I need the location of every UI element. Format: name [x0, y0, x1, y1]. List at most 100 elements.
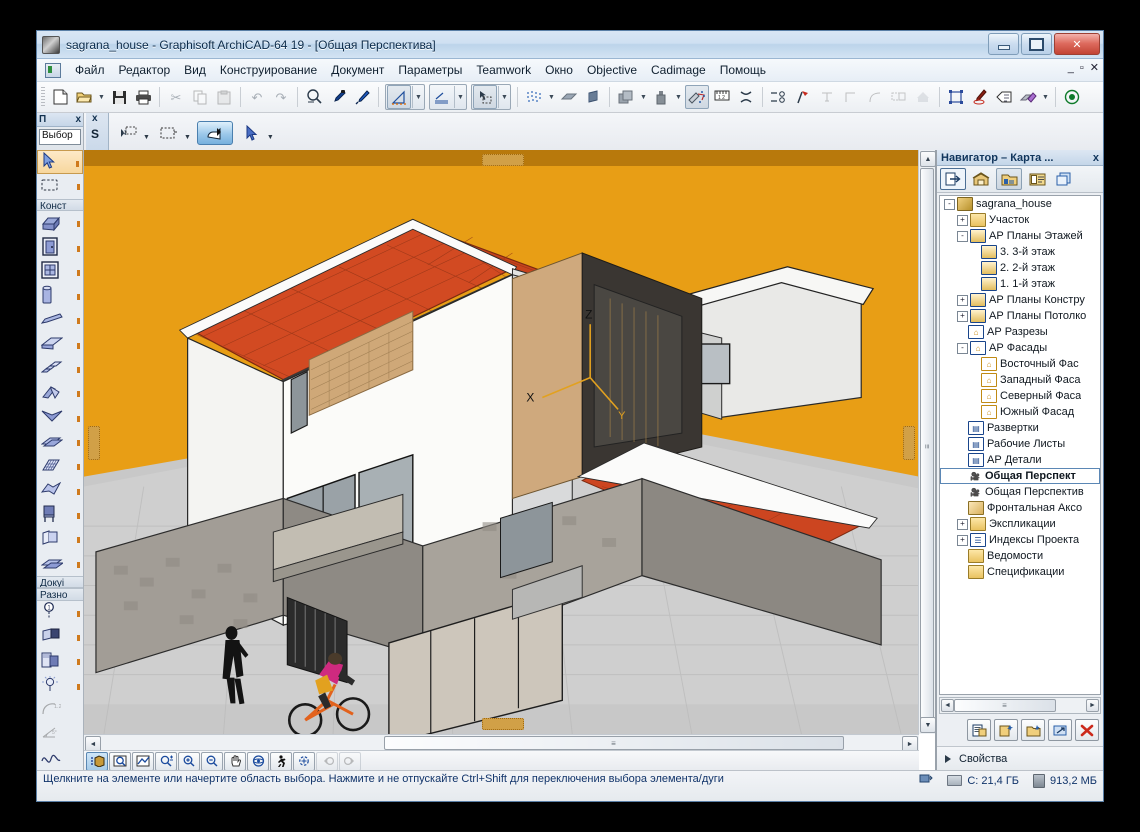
prev-zoom-icon[interactable]: [316, 751, 338, 771]
viewport-handle-right[interactable]: [903, 426, 915, 460]
object-tool-icon[interactable]: [37, 503, 83, 527]
zoom-in-icon[interactable]: [178, 751, 200, 771]
pen-marker-icon[interactable]: [969, 86, 991, 108]
layers-dropdown-arrow-icon[interactable]: ▼: [638, 86, 649, 108]
expand-triangle-icon[interactable]: [945, 755, 951, 763]
next-zoom-icon[interactable]: [339, 751, 361, 771]
copy-icon[interactable]: [189, 86, 211, 108]
tree-item[interactable]: + ☰ Индексы Проекта: [940, 532, 1100, 548]
tree-item[interactable]: - АР Планы Этажей: [940, 228, 1100, 244]
print-icon[interactable]: [132, 86, 154, 108]
grid-snap-icon[interactable]: [523, 86, 545, 108]
tree-expander-minus-icon[interactable]: -: [957, 342, 968, 354]
corner-icon[interactable]: [840, 86, 862, 108]
tree-item[interactable]: ⌂ АР Разрезы: [940, 324, 1100, 340]
navigator-hscrollbar[interactable]: ◄ ≡ ►: [939, 697, 1101, 714]
fit-selection-icon[interactable]: [293, 751, 315, 771]
menu-objective[interactable]: Objective: [580, 61, 644, 79]
zone-tool-icon[interactable]: [37, 527, 83, 551]
menu-help[interactable]: Помощь: [713, 61, 773, 79]
navigator-close-icon[interactable]: x: [1093, 152, 1099, 164]
tree-expander-plus-icon[interactable]: +: [957, 518, 968, 530]
tree-expander-plus-icon[interactable]: +: [957, 534, 968, 546]
figure-tool-icon[interactable]: [37, 649, 83, 673]
marquee-select-icon[interactable]: [473, 85, 497, 109]
elevation-dim-icon[interactable]: [431, 86, 453, 108]
doc-minimize-button[interactable]: _: [1068, 62, 1074, 74]
dimension-1-2-icon[interactable]: 1 2: [711, 86, 733, 108]
tree-item[interactable]: - ⌂ АР Фасады: [940, 340, 1100, 356]
vscroll-thumb[interactable]: ≡: [920, 168, 934, 725]
trim-icon[interactable]: [768, 86, 790, 108]
app-menu-icon[interactable]: [45, 62, 61, 78]
shell-tool-icon[interactable]: [37, 406, 83, 430]
tree-item[interactable]: ⌂ Западный Фаса: [940, 372, 1100, 388]
spline-tool-icon[interactable]: [37, 747, 83, 771]
project-chooser-icon[interactable]: [969, 169, 993, 189]
arrow-select-mode-icon[interactable]: [115, 122, 141, 144]
tree-item[interactable]: Фронтальная Аксо: [940, 500, 1100, 516]
viewport-vscrollbar[interactable]: ▲ ≡ ▼: [918, 150, 936, 734]
partial-structure-icon[interactable]: [685, 85, 709, 109]
tree-item[interactable]: 2. 2-й этаж: [940, 260, 1100, 276]
tree-item[interactable]: ▤ Развертки: [940, 420, 1100, 436]
morph-tool-icon[interactable]: [37, 430, 83, 454]
pan-hand-icon[interactable]: [224, 751, 246, 771]
stair-object-tool-icon[interactable]: [37, 552, 83, 576]
menu-options[interactable]: Параметры: [391, 61, 469, 79]
measure-tool-icon[interactable]: [387, 85, 411, 109]
tree-item[interactable]: 🎥 Общая Перспект: [940, 468, 1100, 484]
restore-button[interactable]: [1021, 33, 1052, 55]
tree-item[interactable]: + Участок: [940, 212, 1100, 228]
tree-item[interactable]: 3. 3-й этаж: [940, 244, 1100, 260]
window-tool-icon[interactable]: [37, 260, 83, 284]
grid-dropdown-arrow-icon[interactable]: ▼: [546, 86, 557, 108]
slab-tool-icon[interactable]: [37, 333, 83, 357]
tree-item[interactable]: + Экспликации: [940, 516, 1100, 532]
tree-item[interactable]: 🎥 Общая Перспектив: [940, 484, 1100, 500]
info-box-close-icon[interactable]: x: [75, 114, 81, 125]
marquee-dropdown-arrow-icon[interactable]: ▼: [498, 86, 510, 108]
zoom-out-icon[interactable]: [201, 751, 223, 771]
elevation-dropdown-arrow-icon[interactable]: ▼: [454, 86, 466, 108]
viewport-handle-left[interactable]: [88, 426, 100, 460]
undo-icon[interactable]: ↶: [246, 86, 268, 108]
hscroll-thumb[interactable]: ≡: [384, 736, 844, 750]
open-dropdown-arrow-icon[interactable]: ▼: [96, 86, 107, 108]
settings-viewpoint-button[interactable]: [967, 719, 991, 741]
syringe-inject-icon[interactable]: [351, 86, 373, 108]
walk-explore-icon[interactable]: [270, 751, 292, 771]
save-icon[interactable]: [108, 86, 130, 108]
marquee-mode-dropdown-icon[interactable]: ▼: [184, 126, 191, 141]
group-icon[interactable]: [945, 86, 967, 108]
viewport-handle-top[interactable]: [481, 154, 524, 166]
pointer-mode-dropdown-icon[interactable]: ▼: [267, 126, 274, 141]
doc-restore-button[interactable]: ▫: [1080, 62, 1084, 74]
minimize-button[interactable]: [988, 33, 1019, 55]
cut-scissors-icon[interactable]: ✂: [165, 86, 187, 108]
new-folder-button[interactable]: [1021, 719, 1045, 741]
render-dropdown-arrow-icon[interactable]: ▼: [1040, 86, 1051, 108]
arrow-mode-dropdown-icon[interactable]: ▼: [143, 126, 150, 141]
orbit-icon[interactable]: [247, 751, 269, 771]
arrow-tool-icon[interactable]: [37, 150, 83, 175]
redo-icon[interactable]: ↷: [270, 86, 292, 108]
3d-view-mode-icon[interactable]: [196, 121, 233, 145]
label-icon[interactable]: [993, 86, 1015, 108]
zoom-plusminus-icon[interactable]: [155, 751, 177, 771]
menu-teamwork[interactable]: Teamwork: [469, 61, 538, 79]
mesh-plane-icon[interactable]: [582, 86, 604, 108]
tool-options-handle[interactable]: x S: [86, 113, 109, 153]
adjust-icon[interactable]: [816, 86, 838, 108]
wall-tool-icon[interactable]: [37, 211, 83, 235]
project-tree[interactable]: - sagrana_house + Участок - АР Планы Этажей 3.…: [939, 195, 1101, 695]
view-map-icon[interactable]: [1025, 169, 1049, 189]
pen-dropdown-arrow-icon[interactable]: ▼: [673, 86, 684, 108]
tree-item[interactable]: + АР Планы Потолко: [940, 308, 1100, 324]
marquee-tool-icon[interactable]: [37, 174, 83, 198]
tree-expander-plus-icon[interactable]: +: [957, 214, 968, 226]
navigator-menu-icon[interactable]: [940, 168, 966, 190]
pen-weight-icon[interactable]: [650, 86, 672, 108]
crossing-icon[interactable]: [735, 86, 757, 108]
menu-design[interactable]: Конструирование: [213, 61, 324, 79]
